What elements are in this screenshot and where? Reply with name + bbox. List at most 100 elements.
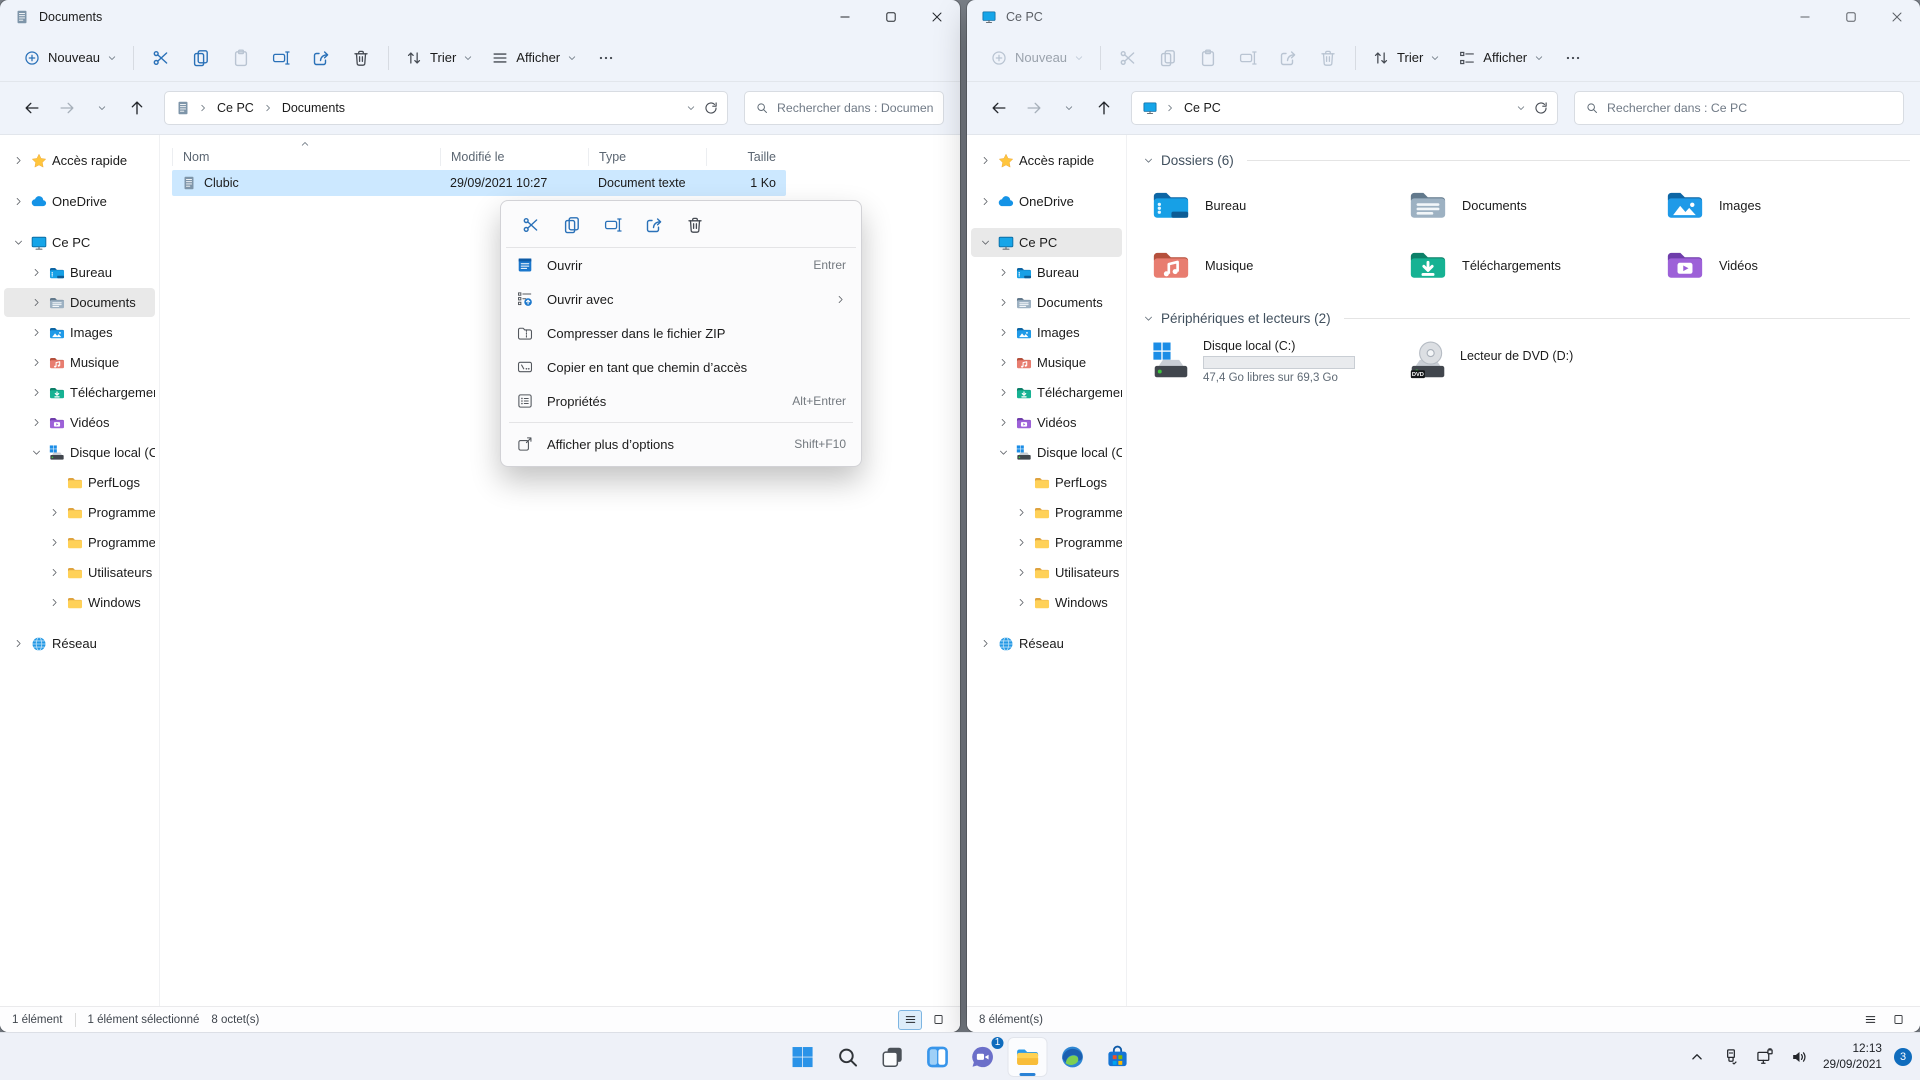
chevron-right-icon[interactable] [995,417,1011,428]
chevron-down-icon[interactable] [10,237,26,248]
sidebar-item-reseau[interactable]: Réseau [971,629,1122,658]
menu-item-copier-chemin[interactable]: Copier en tant que chemin d’accès [506,350,856,384]
search-box[interactable] [744,91,944,125]
sidebar-item-programmes-x86[interactable]: Programmes (x86) [971,528,1122,557]
view-button[interactable]: Afficher [482,40,586,76]
chevron-right-icon[interactable] [995,267,1011,278]
chevron-right-icon[interactable] [977,196,993,207]
sidebar-item-documents[interactable]: Documents [971,288,1122,317]
chevron-right-icon[interactable] [28,267,44,278]
details-view-button[interactable] [1858,1010,1882,1030]
chevron-right-icon[interactable] [1013,537,1029,548]
chevron-right-icon[interactable] [46,537,62,548]
chevron-right-icon[interactable] [10,155,26,166]
rename-button[interactable] [261,40,301,76]
chevron-down-icon[interactable] [686,103,696,113]
chevron-right-icon[interactable] [1013,507,1029,518]
chevron-right-icon[interactable] [995,357,1011,368]
breadcrumb-documents[interactable]: Documents [280,99,347,117]
chevron-right-icon[interactable] [1013,597,1029,608]
cut-button[interactable] [1108,40,1148,76]
tile-videos[interactable]: Vidéos [1657,239,1914,291]
chevron-right-icon[interactable] [28,327,44,338]
chevron-down-icon[interactable] [995,447,1011,458]
sidebar-item-programmes-x86[interactable]: Programmes (x86) [4,528,155,557]
chevron-right-icon[interactable] [46,567,62,578]
sort-button[interactable]: Trier [1363,40,1449,76]
taskbar-search-button[interactable] [828,1037,868,1077]
back-button[interactable] [983,93,1014,124]
chevron-down-icon[interactable] [28,447,44,458]
chevron-right-icon[interactable] [10,196,26,207]
sidebar-item-utilisateurs[interactable]: Utilisateurs [971,558,1122,587]
share-button[interactable] [635,209,673,241]
sidebar-item-musique[interactable]: Musique [4,348,155,377]
delete-button[interactable] [676,209,714,241]
title-bar[interactable]: Ce PC [967,0,1920,34]
sidebar-item-videos[interactable]: Vidéos [971,408,1122,437]
chevron-right-icon[interactable] [1013,567,1029,578]
sidebar-item-telechargements[interactable]: Téléchargements [971,378,1122,407]
tile-musique[interactable]: Musique [1143,239,1400,291]
chevron-right-icon[interactable] [46,507,62,518]
column-header-taille[interactable]: Taille [706,148,786,166]
hidden-icons-button[interactable] [1683,1040,1711,1074]
section-header-peripheriques[interactable]: Périphériques et lecteurs (2) [1143,307,1920,329]
new-button[interactable]: Nouveau [14,40,126,76]
copy-button[interactable] [181,40,221,76]
teams-chat-button[interactable]: 1 [963,1037,1003,1077]
menu-item-ouvrir-avec[interactable]: Ouvrir avec [506,282,856,316]
back-button[interactable] [16,93,47,124]
paste-button[interactable] [221,40,261,76]
tile-disque-local[interactable]: Disque local (C:) 47,4 Go libres sur 69,… [1143,337,1400,386]
minimize-button[interactable] [822,0,868,34]
chevron-down-icon[interactable] [977,237,993,248]
sidebar-item-utilisateurs[interactable]: Utilisateurs [4,558,155,587]
sidebar-item-telechargements[interactable]: Téléchargements [4,378,155,407]
notification-count-badge[interactable]: 3 [1894,1048,1912,1066]
refresh-button[interactable] [1533,100,1549,116]
new-button[interactable]: Nouveau [981,40,1093,76]
sidebar-item-perflogs[interactable]: PerfLogs [971,468,1122,497]
chevron-right-icon[interactable] [995,327,1011,338]
sidebar-item-ce-pc[interactable]: Ce PC [4,228,155,257]
copy-button[interactable] [553,209,591,241]
tile-documents[interactable]: Documents [1400,179,1657,231]
sidebar-item-musique[interactable]: Musique [971,348,1122,377]
address-bar[interactable]: Ce PC [1131,91,1558,125]
menu-item-proprietes[interactable]: Propriétés Alt+Entrer [506,384,856,418]
chevron-right-icon[interactable] [995,297,1011,308]
search-box[interactable] [1574,91,1904,125]
chevron-right-icon[interactable] [10,638,26,649]
tile-bureau[interactable]: Bureau [1143,179,1400,231]
chevron-down-icon[interactable] [1143,313,1154,324]
sidebar-item-bureau[interactable]: Bureau [971,258,1122,287]
column-header-modifie-le[interactable]: Modifié le [440,148,588,166]
chevron-right-icon[interactable] [28,357,44,368]
chevron-right-icon[interactable] [995,387,1011,398]
large-icons-view-button[interactable] [926,1010,950,1030]
sidebar-item-windows[interactable]: Windows [971,588,1122,617]
chevron-right-icon[interactable] [28,417,44,428]
usb-device-tray-icon[interactable] [1717,1040,1745,1074]
large-icons-view-button[interactable] [1886,1010,1910,1030]
chevron-right-icon[interactable] [28,297,44,308]
rename-button[interactable] [594,209,632,241]
chevron-down-icon[interactable] [1143,155,1154,166]
chevron-right-icon[interactable] [28,387,44,398]
up-button[interactable] [121,93,152,124]
paste-button[interactable] [1188,40,1228,76]
search-input[interactable] [1607,101,1893,115]
refresh-button[interactable] [703,100,719,116]
sidebar-item-reseau[interactable]: Réseau [4,629,155,658]
file-row-clubic[interactable]: Clubic 29/09/2021 10:27 Document texte 1… [172,170,786,196]
network-tray-icon[interactable] [1751,1040,1779,1074]
sort-button[interactable]: Trier [396,40,482,76]
volume-tray-icon[interactable] [1785,1040,1813,1074]
copy-button[interactable] [1148,40,1188,76]
more-options-button[interactable] [1553,40,1593,76]
sidebar-item-bureau[interactable]: Bureau [4,258,155,287]
share-button[interactable] [1268,40,1308,76]
sidebar-item-onedrive[interactable]: OneDrive [4,187,155,216]
minimize-button[interactable] [1782,0,1828,34]
